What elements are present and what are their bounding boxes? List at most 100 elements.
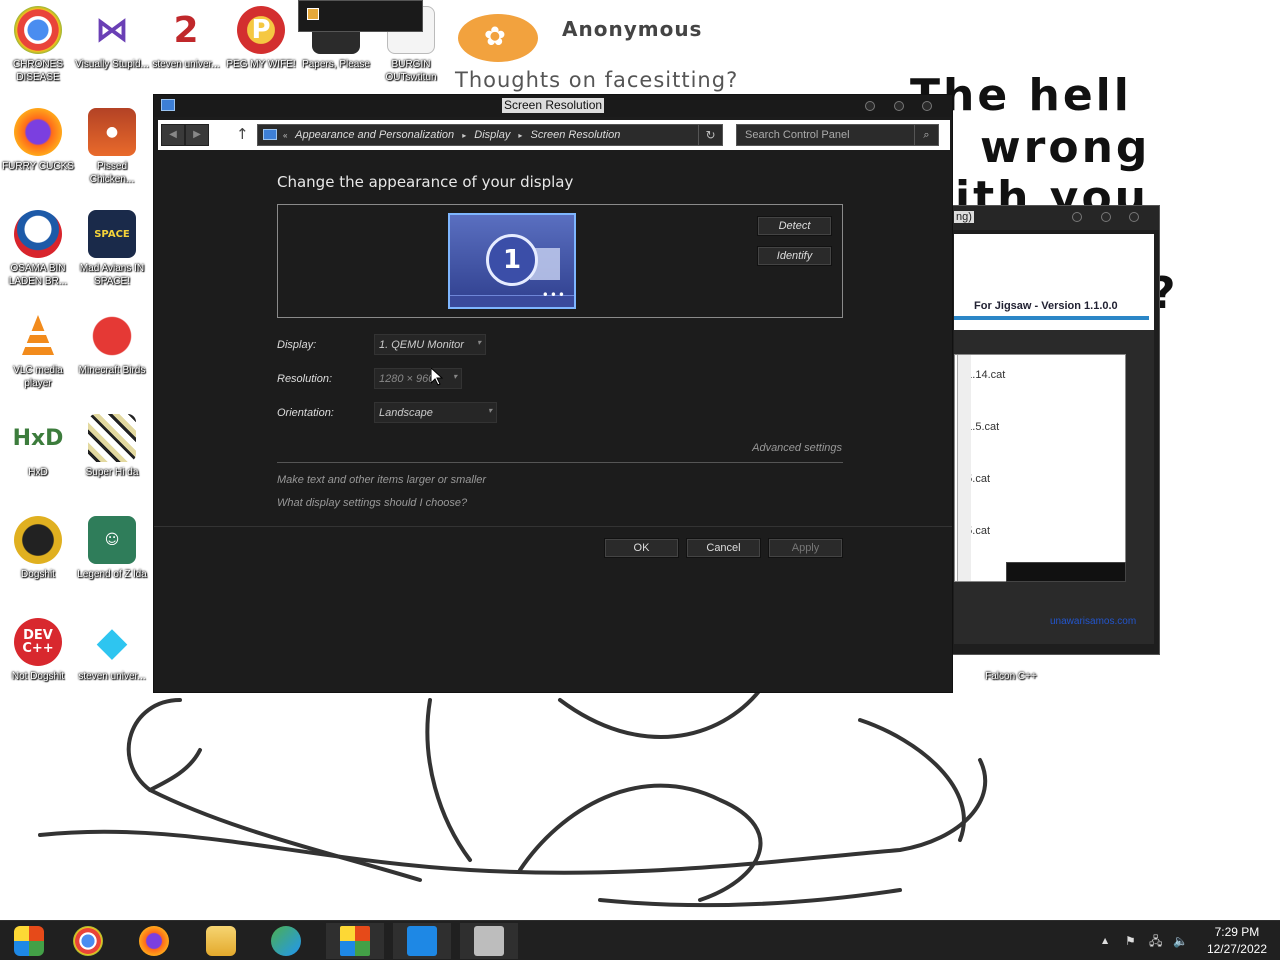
search-input[interactable]: Search Control Panel ⌕ [736,124,939,146]
ok-button[interactable]: OK [604,538,679,558]
taskbar-file-explorer[interactable] [192,923,250,959]
remote-desktop-icon [407,926,437,956]
list-scrollbar[interactable] [957,355,971,581]
taskbar-control-panel[interactable] [460,923,518,959]
breadcrumb-screen-resolution[interactable]: Screen Resolution [530,129,620,141]
taskbar-chrome[interactable] [59,923,117,959]
desktop-icon-3[interactable]: P PEG MY WIFE! [223,6,299,71]
orientation-select[interactable]: Landscape ▾ [374,402,497,423]
desktop-icon-label: Legend of Z lda [77,569,147,580]
minimize-button[interactable] [865,101,875,111]
orientation-label: Orientation: [277,407,334,419]
chevron-down-icon: ▾ [452,372,457,381]
jigsaw-titlebar[interactable]: ng) [946,206,1159,230]
back-button[interactable]: ◀ [161,124,185,146]
desktop-icon-14[interactable]: Dogshit [0,516,76,581]
resolution-select[interactable]: 1280 × 960 ▾ [374,368,462,389]
desktop-icon-11[interactable]: Minecraft Birds [74,312,150,377]
desktop-icon-15[interactable]: ☺ Legend of Z lda [74,516,150,581]
desktop-icon-1[interactable]: ⋈ Visually Stupid... [74,6,150,71]
close-button[interactable] [922,101,932,111]
forward-button[interactable]: ▶ [185,124,209,146]
monitor-1-tile[interactable]: 1 ••• [448,213,576,309]
desktop-icon-8[interactable]: OSAMA BIN LADEN BR... [0,210,76,288]
desktop-icon-16[interactable]: DEV C++ Not Dogshit [0,618,76,683]
desktop-icon-10[interactable]: VLC media player [0,312,76,390]
desktop-icon-18[interactable]: Falcon C++ [973,652,1049,683]
wallpaper-username: Anonymous [562,17,703,41]
detect-button[interactable]: Detect [757,216,832,236]
display-select-value: 1. QEMU Monitor [379,339,464,351]
control-panel-icon [474,926,504,956]
tray-overflow-icon[interactable]: ▲ [1102,921,1108,960]
desktop-icon-label: steven univer... [78,671,146,682]
taskbar: ▲ ⚑ 🖧 🔈 7:29 PM 12/27/2022 [0,920,1280,960]
breadcrumb-appearance[interactable]: Appearance and Personalization [295,129,454,141]
chevron-down-icon: ▾ [487,406,492,415]
taskbar-windows-app[interactable] [326,923,384,959]
p-badge-icon: P [237,6,285,54]
breadcrumb-display[interactable]: Display [474,129,510,141]
refresh-icon[interactable]: ↻ [698,125,722,145]
desktop-icon-label: Falcon C++ [985,671,1037,682]
desktop-icon-label: FURRY CUCKS [2,161,74,172]
monitor-number: 1 [486,234,538,286]
desktop-icon-label: PEG MY WIFE! [226,59,296,70]
desktop-icon-13[interactable]: Super Hi da [74,414,150,479]
start-button[interactable] [0,923,58,959]
maximize-button[interactable] [1101,212,1111,222]
control-panel-icon [263,129,277,140]
desktop-icon-9[interactable]: SPACE Mad Avians IN SPACE! [74,210,150,288]
window-icon [307,8,319,20]
desktop-icon-label: CHRONES DISEASE [12,59,63,83]
clock-date: 12/27/2022 [1206,942,1267,956]
system-clock[interactable]: 7:29 PM 12/27/2022 [1207,924,1267,958]
taskbar-network[interactable] [257,923,315,959]
desktop-icon-label: Super Hi da [85,467,139,478]
desktop-icon-label: Pissed Chicken... [89,161,135,185]
jigsaw-button[interactable] [1006,562,1126,582]
desktop-icon-label: OSAMA BIN LADEN BR... [8,263,68,287]
desktop-icon-label: Minecraft Birds [78,365,146,376]
paw-icon: ✿ [484,22,506,52]
jigsaw-version: For Jigsaw - Version 1.1.0.0 [974,300,1118,312]
action-center-flag-icon[interactable]: ⚑ [1125,921,1136,960]
close-button[interactable] [1129,212,1139,222]
desktop-icon-2[interactable]: 2 steven univer... [148,6,224,71]
taskbar-thumbnail-preview [298,0,423,32]
display-select[interactable]: 1. QEMU Monitor ▾ [374,334,486,355]
taskbar-remote-desktop[interactable] [393,923,451,959]
text-size-link[interactable]: Make text and other items larger or smal… [277,474,486,486]
jigsaw-link[interactable]: unawarisamos.com [1050,616,1136,627]
apply-button[interactable]: Apply [768,538,843,558]
jigsaw-file-list[interactable]: 1.1.14.cat 1.1.5.cat 1.5.cat 1.5.cat [954,354,1126,582]
desktop-icon-label: VLC media player [13,365,63,389]
steven-universe-icon: 2 [162,6,210,54]
window-titlebar[interactable]: Screen Resolution [154,95,952,117]
desktop-icon-17[interactable]: ◆ steven univer... [74,618,150,683]
display-help-link[interactable]: What display settings should I choose? [277,497,467,509]
screen-resolution-window[interactable]: Screen Resolution ◀ ▶ ↑ « Appearance and… [153,94,953,693]
desktop-icon-0[interactable]: CHRONES DISEASE [0,6,76,84]
search-placeholder: Search Control Panel [745,129,850,141]
advanced-settings-link[interactable]: Advanced settings [752,442,842,454]
minimize-button[interactable] [1072,212,1082,222]
jigsaw-window[interactable]: ng) For Jigsaw - Version 1.1.0.0 1.1.14.… [945,205,1160,655]
legend-character-icon: ☺ [88,516,136,564]
volume-icon[interactable]: 🔈 [1173,921,1188,960]
breadcrumb-separator-icon[interactable]: ▸ [462,131,466,140]
desktop-icon-12[interactable]: HxD HxD [0,414,76,479]
breadcrumb-overflow-icon[interactable]: « [283,131,287,140]
up-arrow-icon[interactable]: ↑ [236,125,249,143]
chrome-icon [73,926,103,956]
breadcrumb-separator-icon[interactable]: ▸ [518,131,522,140]
desktop-icon-6[interactable]: FURRY CUCKS [0,108,76,173]
taskbar-firefox[interactable] [125,923,183,959]
desktop-icon-7[interactable]: ● Pissed Chicken... [74,108,150,186]
maximize-button[interactable] [894,101,904,111]
cancel-button[interactable]: Cancel [686,538,761,558]
address-bar[interactable]: « Appearance and Personalization ▸ Displ… [257,124,723,146]
network-icon[interactable]: 🖧 [1149,921,1162,960]
search-icon[interactable]: ⌕ [914,125,938,145]
identify-button[interactable]: Identify [757,246,832,266]
